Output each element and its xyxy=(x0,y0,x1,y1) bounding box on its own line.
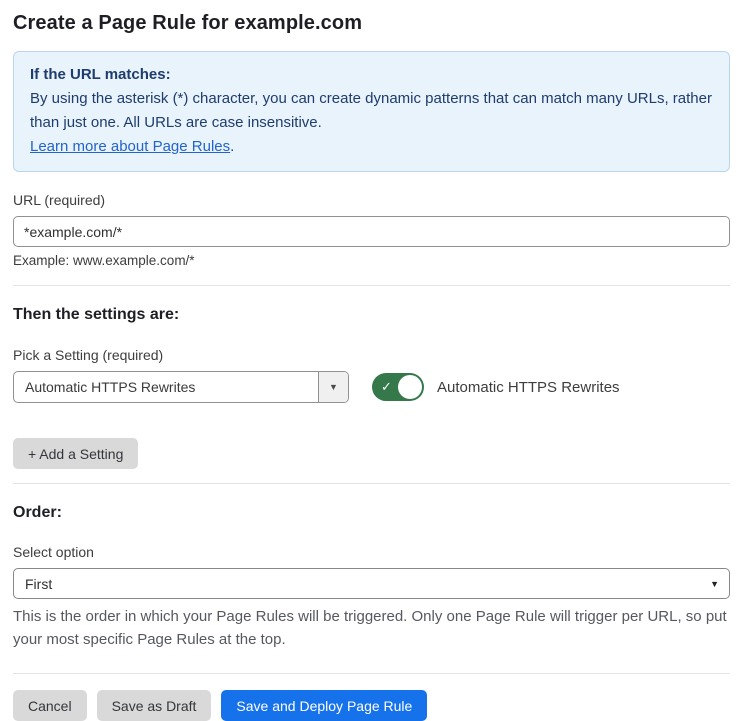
url-field-label: URL (required) xyxy=(13,192,106,208)
url-match-info-box: If the URL matches: By using the asteris… xyxy=(13,51,730,172)
section-divider xyxy=(13,285,730,286)
cancel-button[interactable]: Cancel xyxy=(13,690,87,721)
info-box-body: By using the asterisk (*) character, you… xyxy=(30,90,712,131)
setting-select[interactable]: Automatic HTTPS Rewrites ▼ xyxy=(13,371,349,403)
footer-button-row: Cancel Save as Draft Save and Deploy Pag… xyxy=(13,690,730,721)
toggle-label: Automatic HTTPS Rewrites xyxy=(437,378,620,396)
save-as-draft-button[interactable]: Save as Draft xyxy=(96,690,212,721)
link-suffix: . xyxy=(230,138,235,155)
section-divider-2 xyxy=(13,483,730,484)
check-icon: ✓ xyxy=(381,379,392,394)
page-title: Create a Page Rule for example.com xyxy=(13,12,363,34)
toggle-knob xyxy=(398,375,422,399)
select-option-label: Select option xyxy=(13,544,94,560)
chevron-down-icon: ▼ xyxy=(329,382,338,392)
url-input[interactable] xyxy=(13,216,730,247)
setting-select-arrow-button[interactable]: ▼ xyxy=(318,372,348,402)
pick-setting-label: Pick a Setting (required) xyxy=(13,347,164,363)
info-box-link-line: Learn more about Page Rules. xyxy=(30,135,713,159)
create-page-rule-panel: Create a Page Rule for example.com If th… xyxy=(0,0,743,721)
save-and-deploy-button[interactable]: Save and Deploy Page Rule xyxy=(221,690,428,721)
footer-divider xyxy=(13,673,730,674)
settings-section-heading: Then the settings are: xyxy=(13,306,180,323)
order-select[interactable]: First ▼ xyxy=(13,568,730,599)
setting-toggle[interactable]: ✓ xyxy=(372,373,424,401)
learn-more-link[interactable]: Learn more about Page Rules xyxy=(30,138,230,155)
url-example-helper: Example: www.example.com/* xyxy=(13,253,195,268)
chevron-down-icon: ▼ xyxy=(710,578,719,589)
info-box-heading: If the URL matches: xyxy=(30,66,171,83)
order-section-heading: Order: xyxy=(13,504,62,521)
setting-row: Automatic HTTPS Rewrites ▼ ✓ Automatic H… xyxy=(13,371,730,403)
add-setting-button[interactable]: + Add a Setting xyxy=(13,438,139,469)
setting-select-value: Automatic HTTPS Rewrites xyxy=(25,379,196,395)
order-helper-text: This is the order in which your Page Rul… xyxy=(13,608,727,648)
order-select-value: First xyxy=(25,575,53,592)
